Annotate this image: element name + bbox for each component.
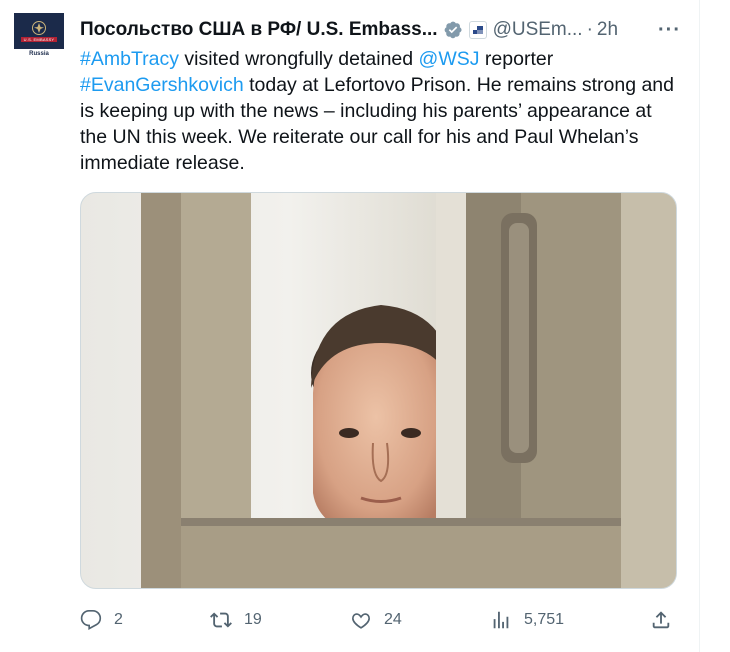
action-bar: 2 19 24 5,751 bbox=[80, 606, 677, 634]
affiliate-icon[interactable] bbox=[468, 21, 487, 39]
like-count: 24 bbox=[384, 611, 402, 628]
avatar-banner: U.S. EMBASSY bbox=[21, 37, 57, 42]
hashtag-ambtracy[interactable]: #AmbTracy bbox=[80, 48, 179, 70]
verified-badge-icon[interactable] bbox=[443, 20, 463, 40]
views-icon bbox=[493, 611, 509, 629]
mention-wsj[interactable]: @WSJ bbox=[419, 48, 480, 70]
avatar[interactable]: U.S. EMBASSY Russia bbox=[14, 13, 64, 63]
hashtag-evangershkovich[interactable]: #EvanGershkovich bbox=[80, 74, 244, 96]
tweet-header: Посольство США в РФ/ U.S. Embass... @USE… bbox=[80, 17, 681, 43]
tweet-text-segment: reporter bbox=[479, 48, 554, 70]
share-icon bbox=[652, 611, 670, 629]
retweet-icon bbox=[210, 612, 232, 628]
tweet-text-segment: visited wrongfully detained bbox=[178, 48, 419, 70]
tweet[interactable]: U.S. EMBASSY Russia Посольство США в РФ/… bbox=[0, 0, 700, 652]
views-button[interactable]: 5,751 bbox=[490, 606, 564, 634]
embassy-seal: U.S. EMBASSY bbox=[14, 13, 64, 49]
tweet-text: #AmbTracy visited wrongfully detained @W… bbox=[80, 46, 680, 176]
retweet-count: 19 bbox=[244, 611, 262, 628]
timestamp[interactable]: 2h bbox=[597, 19, 618, 41]
photo-cage-bars bbox=[81, 193, 676, 588]
reply-button[interactable]: 2 bbox=[80, 606, 123, 634]
reply-icon bbox=[80, 610, 102, 630]
retweet-button[interactable]: 19 bbox=[210, 606, 262, 634]
separator-dot: · bbox=[586, 19, 593, 40]
like-button[interactable]: 24 bbox=[350, 606, 402, 634]
share-button[interactable] bbox=[650, 606, 672, 634]
more-icon[interactable]: ··· bbox=[658, 19, 681, 42]
display-name[interactable]: Посольство США в РФ/ U.S. Embass... bbox=[80, 19, 438, 41]
view-count: 5,751 bbox=[524, 611, 565, 628]
avatar-country: Russia bbox=[29, 51, 49, 57]
eagle-icon bbox=[32, 21, 46, 35]
reply-count: 2 bbox=[114, 611, 123, 628]
tweet-photo[interactable] bbox=[80, 192, 677, 589]
handle[interactable]: @USEm... bbox=[493, 19, 583, 41]
like-icon bbox=[352, 613, 370, 629]
